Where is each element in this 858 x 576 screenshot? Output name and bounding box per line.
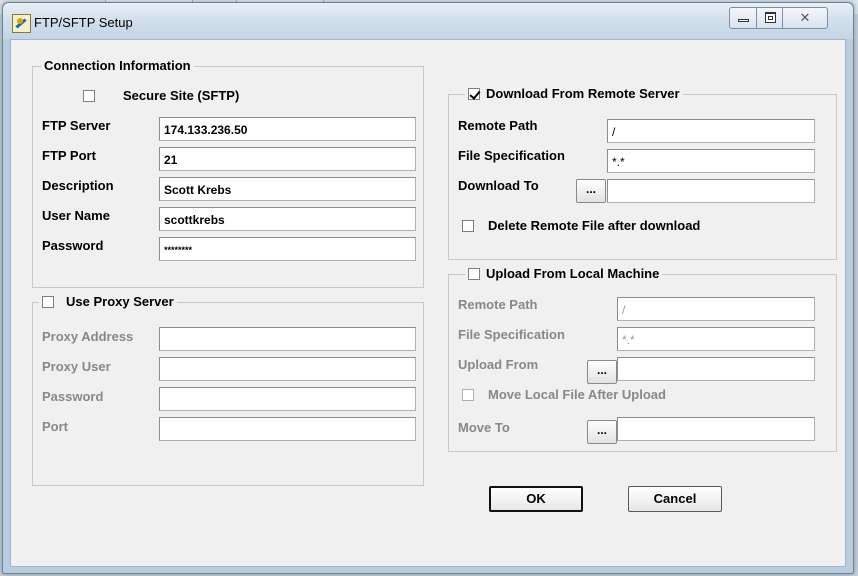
upload-from-browse-button[interactable]: ...	[587, 360, 617, 384]
ftp-server-label: FTP Server	[42, 118, 111, 133]
download-remote-path-field[interactable]: /	[607, 119, 815, 143]
secure-site-checkbox[interactable]	[83, 90, 95, 102]
download-remote-path-label: Remote Path	[458, 118, 538, 133]
upload-from-label: Upload From	[458, 357, 539, 372]
download-legend-label: Download From Remote Server	[486, 86, 680, 101]
download-to-browse-button[interactable]: ...	[576, 179, 606, 203]
download-checkbox[interactable]	[468, 87, 480, 100]
minimize-icon	[738, 19, 749, 22]
move-to-field[interactable]	[617, 417, 815, 441]
upload-group: Upload From Local Machine Remote Path / …	[448, 266, 837, 452]
upload-file-spec-label: File Specification	[458, 327, 565, 342]
ftp-port-field[interactable]: 21	[159, 147, 416, 171]
ftp-server-field[interactable]: 174.133.236.50	[159, 117, 416, 141]
maximize-icon	[765, 12, 776, 23]
proxy-legend-label: Use Proxy Server	[66, 294, 174, 309]
delete-remote-checkbox[interactable]	[462, 220, 474, 232]
cancel-button[interactable]: Cancel	[628, 486, 722, 512]
download-legend: Download From Remote Server	[465, 86, 683, 101]
download-file-spec-label: File Specification	[458, 148, 565, 163]
proxy-legend: Use Proxy Server	[39, 294, 177, 309]
move-to-label: Move To	[458, 420, 510, 435]
password-label: Password	[42, 238, 104, 253]
proxy-group: Use Proxy Server Proxy Address Proxy Use…	[32, 294, 424, 486]
upload-remote-path-label: Remote Path	[458, 297, 538, 312]
proxy-port-field[interactable]	[159, 417, 416, 441]
upload-from-field[interactable]	[617, 357, 815, 381]
move-local-label: Move Local File After Upload	[488, 387, 666, 402]
upload-checkbox[interactable]	[468, 267, 480, 280]
close-icon: ✕	[799, 10, 811, 25]
proxy-address-field[interactable]	[159, 327, 416, 351]
move-local-checkbox[interactable]	[462, 389, 474, 401]
title-bar[interactable]: FTP/SFTP Setup ✕	[3, 3, 853, 39]
proxy-port-label: Port	[42, 419, 68, 434]
upload-file-spec-field[interactable]: *.*	[617, 327, 815, 351]
upload-legend: Upload From Local Machine	[465, 266, 663, 281]
connection-group: Connection Information Secure Site (SFTP…	[32, 58, 424, 288]
window-title: FTP/SFTP Setup	[34, 15, 133, 30]
ftp-port-label: FTP Port	[42, 148, 96, 163]
download-to-label: Download To	[458, 178, 539, 193]
upload-remote-path-field[interactable]: /	[617, 297, 815, 321]
description-label: Description	[42, 178, 114, 193]
proxy-address-label: Proxy Address	[42, 329, 134, 344]
download-file-spec-field[interactable]: *.*	[607, 149, 815, 173]
proxy-user-label: Proxy User	[42, 359, 111, 374]
connection-legend-label: Connection Information	[44, 58, 191, 73]
secure-site-label: Secure Site (SFTP)	[123, 88, 240, 103]
proxy-checkbox[interactable]	[42, 295, 54, 308]
description-field[interactable]: Scott Krebs	[159, 177, 416, 201]
ftp-setup-dialog: FTP/SFTP Setup ✕ Connection Information …	[2, 2, 854, 574]
proxy-user-field[interactable]	[159, 357, 416, 381]
user-name-field[interactable]: scottkrebs	[159, 207, 416, 231]
ok-button[interactable]: OK	[489, 486, 583, 512]
download-group: Download From Remote Server Remote Path …	[448, 86, 837, 260]
app-icon	[12, 14, 31, 33]
password-field[interactable]: ********	[159, 237, 416, 261]
move-to-browse-button[interactable]: ...	[587, 420, 617, 444]
user-name-label: User Name	[42, 208, 110, 223]
download-to-field[interactable]	[607, 179, 815, 203]
upload-legend-label: Upload From Local Machine	[486, 266, 660, 281]
proxy-password-label: Password	[42, 389, 104, 404]
delete-remote-label: Delete Remote File after download	[488, 218, 701, 233]
minimize-button[interactable]	[729, 7, 757, 29]
connection-legend: Connection Information	[41, 58, 194, 73]
proxy-password-field[interactable]	[159, 387, 416, 411]
maximize-button[interactable]	[756, 7, 783, 29]
close-button[interactable]: ✕	[782, 7, 828, 29]
dialog-body: Connection Information Secure Site (SFTP…	[10, 39, 846, 567]
